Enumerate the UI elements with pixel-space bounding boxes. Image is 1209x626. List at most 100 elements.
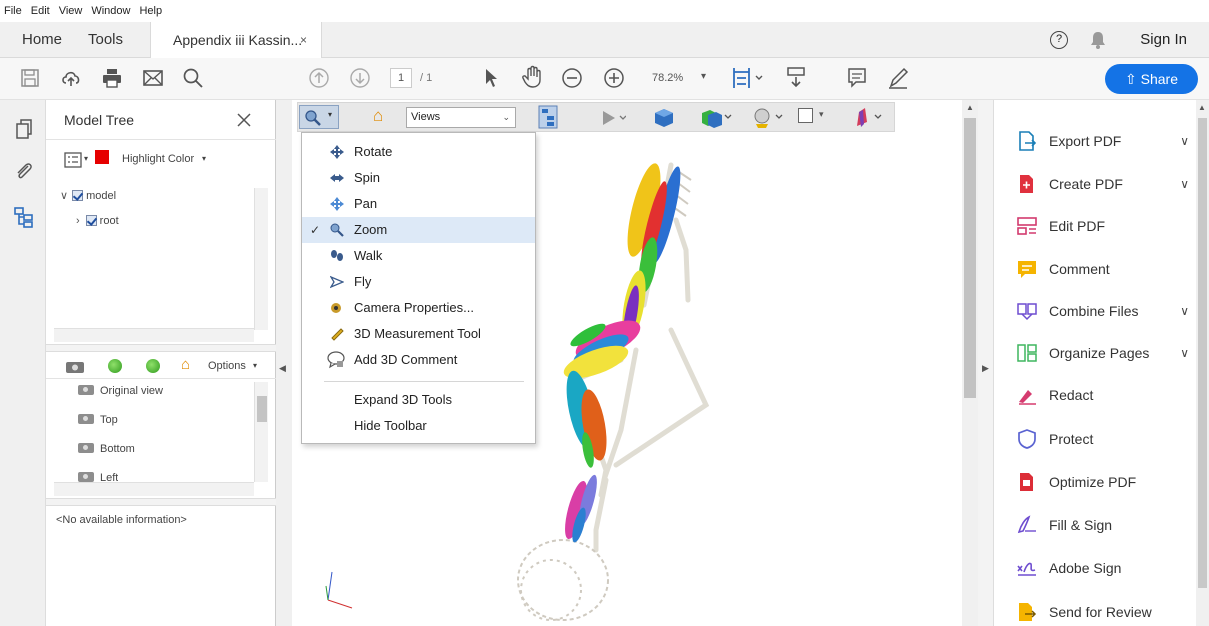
page-up-icon[interactable] [308,67,330,89]
views-scrollbar[interactable] [254,382,268,482]
menu-view[interactable]: View [59,5,83,17]
scroll-mode-icon[interactable] [786,66,806,90]
render-mode-icon[interactable] [696,107,732,129]
help-icon[interactable]: ? [1050,31,1068,49]
hand-tool-icon[interactable] [521,65,543,89]
page-number-input[interactable]: 1 [390,68,412,88]
views-hscrollbar[interactable] [54,482,254,496]
tool-send-for-review[interactable]: Send for Review [1017,597,1197,626]
splitter-handle[interactable] [46,498,276,506]
menu-item-fly[interactable]: Fly [302,269,535,295]
tool-optimize-pdf[interactable]: Optimize PDF [1017,467,1197,497]
tool-fill-sign[interactable]: Fill & Sign [1017,510,1197,540]
zoom-level-select[interactable]: 78.2% [652,72,683,84]
menu-edit[interactable]: Edit [31,5,50,17]
tool-create-pdf[interactable]: Create PDF ∨ [1017,169,1197,199]
lighting-icon[interactable] [750,106,784,130]
email-icon[interactable] [142,68,164,88]
menu-item-rotate[interactable]: Rotate [302,139,535,165]
menu-item-spin[interactable]: Spin [302,165,535,191]
menu-item-pan[interactable]: Pan [302,191,535,217]
zoom-in-icon[interactable] [603,67,625,89]
view-item-top[interactable]: Top [78,414,118,426]
model-tree-icon[interactable] [13,206,35,228]
collapse-tools-pane-button[interactable]: ▶ [978,100,994,626]
cross-section-icon[interactable] [853,106,883,130]
chevron-down-icon[interactable]: ∨ [1180,338,1189,368]
comment-icon[interactable] [847,67,867,89]
camera-icon[interactable] [64,358,86,374]
tool-adobe-sign[interactable]: Adobe Sign [1017,553,1197,583]
attachment-icon[interactable] [13,160,35,182]
scroll-up-icon[interactable]: ▲ [1198,103,1206,112]
tool-comment[interactable]: Comment [1017,254,1197,284]
tool-edit-pdf[interactable]: Edit PDF [1017,211,1197,241]
chevron-down-icon[interactable]: ∨ [1180,126,1189,156]
background-color-icon[interactable] [798,108,813,123]
view-item-bottom[interactable]: Bottom [78,443,135,455]
collapse-icon[interactable]: ∨ [60,190,68,202]
print-icon[interactable] [101,67,123,89]
chevron-down-icon[interactable]: ▾ [819,109,824,120]
tool-organize-pages[interactable]: Organize Pages ∨ [1017,338,1197,368]
menu-item-expand-3d-tools[interactable]: Expand 3D Tools [302,387,535,413]
cloud-upload-icon[interactable] [60,67,82,89]
collapse-left-panel-button[interactable]: ◀ [276,100,292,626]
page-down-icon[interactable] [349,67,371,89]
tree-hscrollbar[interactable] [54,328,254,342]
menu-item-hide-toolbar[interactable]: Hide Toolbar [302,413,535,439]
model-tree-toggle-icon[interactable] [538,105,558,129]
search-icon[interactable] [182,67,204,89]
scroll-thumb[interactable] [1198,118,1207,588]
tree-node-root[interactable]: › root [76,215,119,227]
chevron-down-icon[interactable]: ▾ [84,154,88,163]
menu-help[interactable]: Help [139,5,162,17]
scroll-up-icon[interactable]: ▲ [966,103,974,112]
document-scrollbar[interactable]: ▲ [962,100,978,626]
menu-file[interactable]: File [4,5,22,17]
select-cursor-icon[interactable] [483,67,499,89]
highlight-pen-icon[interactable] [887,66,909,90]
tree-scrollbar[interactable] [254,188,268,330]
scroll-thumb[interactable] [257,396,267,422]
tool-protect[interactable]: Protect [1017,424,1197,454]
remove-view-icon[interactable] [146,359,160,373]
3d-tool-selector-button[interactable]: ▾ [299,105,339,129]
menu-item-zoom[interactable]: ✓ Zoom [302,217,535,243]
bell-icon[interactable] [1090,31,1106,49]
checkbox-icon[interactable] [85,215,97,226]
highlight-color-label[interactable]: Highlight Color [122,153,194,165]
close-tab-icon[interactable]: × [300,22,307,58]
menu-window[interactable]: Window [91,5,130,17]
tool-redact[interactable]: Redact [1017,380,1197,410]
tool-combine-files[interactable]: Combine Files ∨ [1017,296,1197,326]
checkbox-icon[interactable] [72,190,84,201]
chevron-down-icon[interactable]: ∨ [1180,296,1189,326]
fit-page-icon[interactable] [731,66,765,90]
tab-tools[interactable]: Tools [88,22,123,58]
scroll-thumb[interactable] [964,118,976,398]
close-icon[interactable] [236,112,252,128]
tools-pane-scrollbar[interactable]: ▲ [1196,100,1209,626]
chevron-down-icon[interactable]: ▾ [253,361,257,370]
tree-node-model[interactable]: ∨ model [60,189,116,202]
projection-icon[interactable] [653,107,675,129]
menu-item-camera-properties[interactable]: Camera Properties... [302,295,535,321]
sign-in-link[interactable]: Sign In [1140,22,1187,58]
chevron-down-icon[interactable]: ∨ [1180,169,1189,199]
home-icon[interactable]: ⌂ [181,356,190,373]
save-icon[interactable] [20,68,40,88]
pages-icon[interactable] [13,118,35,140]
highlight-color-swatch[interactable] [95,150,109,164]
tool-export-pdf[interactable]: Export PDF ∨ [1017,126,1197,156]
menu-item-add-3d-comment[interactable]: Add 3D Comment [302,347,535,373]
menu-item-walk[interactable]: Walk [302,243,535,269]
chevron-down-icon[interactable]: ▾ [202,154,206,163]
expand-icon[interactable]: › [76,215,80,227]
view-item-original[interactable]: Original view [78,385,163,397]
list-view-icon[interactable] [64,152,82,168]
tab-document[interactable]: Appendix iii Kassin... × [150,22,322,59]
options-menu[interactable]: Options [208,360,246,372]
splitter-handle[interactable] [46,344,276,352]
play-animation-icon[interactable] [600,109,626,127]
